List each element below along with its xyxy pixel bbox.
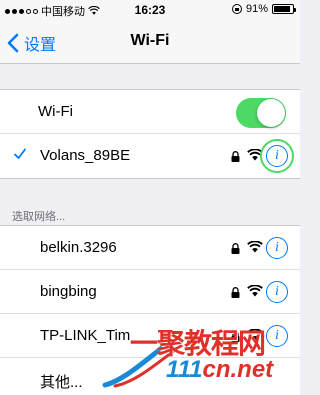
wifi-settings-group: Wi-Fi Volans_89BE i <box>0 89 300 179</box>
info-button[interactable]: i <box>266 325 288 347</box>
network-row[interactable]: bingbing i <box>0 270 300 314</box>
status-bar: 中国移动 16:23 91% <box>0 0 300 20</box>
network-name: bingbing <box>40 283 97 300</box>
wifi-toggle-row: Wi-Fi <box>0 90 300 134</box>
battery-percent: 91% <box>245 3 268 15</box>
battery-icon <box>272 4 296 14</box>
network-name: belkin.3296 <box>40 239 117 256</box>
network-name: TP-LINK_Tim <box>40 327 131 344</box>
connected-network-name: Volans_89BE <box>40 147 131 164</box>
wifi-signal-icon <box>247 285 263 297</box>
lock-icon <box>231 331 240 342</box>
other-network-label: 其他... <box>40 374 83 391</box>
orientation-lock-icon <box>231 4 242 14</box>
lock-icon <box>231 151 240 162</box>
info-button[interactable]: i <box>266 237 288 259</box>
lock-icon <box>231 287 240 298</box>
wifi-toggle-label: Wi-Fi <box>38 103 73 120</box>
info-button[interactable]: i <box>266 145 288 167</box>
wifi-signal-icon <box>247 149 263 161</box>
lock-icon <box>231 243 240 254</box>
status-right: 91% <box>231 3 296 15</box>
page-title: Wi-Fi <box>130 32 170 49</box>
wifi-signal-icon <box>247 241 263 253</box>
checkmark-icon <box>14 148 26 159</box>
toggle-knob <box>257 99 285 127</box>
wifi-signal-icon <box>247 329 263 341</box>
network-row[interactable]: belkin.3296 i <box>0 226 300 270</box>
network-row[interactable]: TP-LINK_Tim i <box>0 314 300 358</box>
available-networks-group: belkin.3296 i bingbing i TP-LINK_Tim i 其… <box>0 225 300 395</box>
navigation-bar: 设置 Wi-Fi <box>0 20 300 64</box>
other-network-row[interactable]: 其他... <box>0 358 300 395</box>
choose-network-header: 选取网络... <box>12 211 66 223</box>
info-button[interactable]: i <box>266 281 288 303</box>
wifi-toggle-switch[interactable] <box>236 98 286 128</box>
connected-network-row[interactable]: Volans_89BE i <box>0 134 300 178</box>
